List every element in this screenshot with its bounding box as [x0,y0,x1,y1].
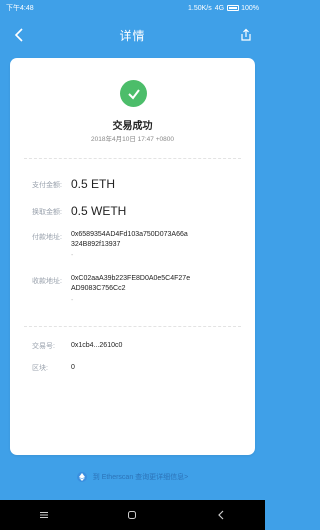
menu-icon [40,512,49,518]
etherscan-link-text: 到 Etherscan 查询更详细信息> [92,474,189,481]
nav-back-icon [217,510,224,520]
to-address-label: 收款地址: [32,278,62,285]
status-bar: 下午4:48 1.50K/s 4G 100% [0,0,265,16]
battery-indicator: 100% [227,5,259,12]
header: 详情 [0,16,265,54]
to-address-value[interactable]: 0xC02aaA39b223FE8D0A0e5C4F27eAD9083C756C… [71,274,191,294]
lte-indicator: 4G [214,4,225,12]
home-button[interactable] [117,505,147,525]
system-back-button[interactable] [206,505,236,525]
transaction-time: 2018年4月10日 17:47 +0800 [91,136,174,143]
check-icon [127,88,140,100]
from-address-note: - [71,252,74,259]
pay-amount-label: 支付金额: [32,182,62,189]
transaction-status: 交易成功 [112,121,153,132]
battery-level: 100% [241,4,259,12]
block-value: 0 [71,364,75,371]
transaction-card: 交易成功 2018年4月10日 17:47 +0800 支付金额: 0.5 ET… [10,58,255,455]
to-address-note: - [71,297,74,304]
success-badge [120,80,147,107]
swap-amount-value: 0.5 WETH [71,204,127,218]
share-button[interactable] [235,24,257,46]
battery-icon [227,5,240,11]
ethereum-icon [76,472,87,482]
tx-hash-value[interactable]: 0x1cb4...2610c0 [71,341,191,351]
status-time: 下午4:48 [6,5,34,12]
status-indicators: 1.50K/s 4G 100% [188,5,259,12]
from-address-label: 付款地址: [32,234,62,241]
divider [24,326,241,327]
from-address-value[interactable]: 0x6589354AD4Fd103a750D073A66a324B892f139… [71,230,191,250]
swap-amount-label: 换取金额: [32,209,62,216]
back-icon [14,28,23,42]
home-icon [128,511,137,519]
block-label: 区块: [32,365,48,372]
network-speed: 1.50K/s [188,4,212,12]
divider [24,158,241,159]
back-button[interactable] [8,24,30,46]
system-nav-bar [0,500,265,530]
menu-button[interactable] [29,505,59,525]
share-icon [241,28,251,41]
pay-amount-value: 0.5 ETH [71,177,116,191]
tx-hash-label: 交易号: [32,343,55,350]
page-title: 详情 [119,28,146,43]
etherscan-link[interactable]: 到 Etherscan 查询更详细信息> [0,472,265,482]
